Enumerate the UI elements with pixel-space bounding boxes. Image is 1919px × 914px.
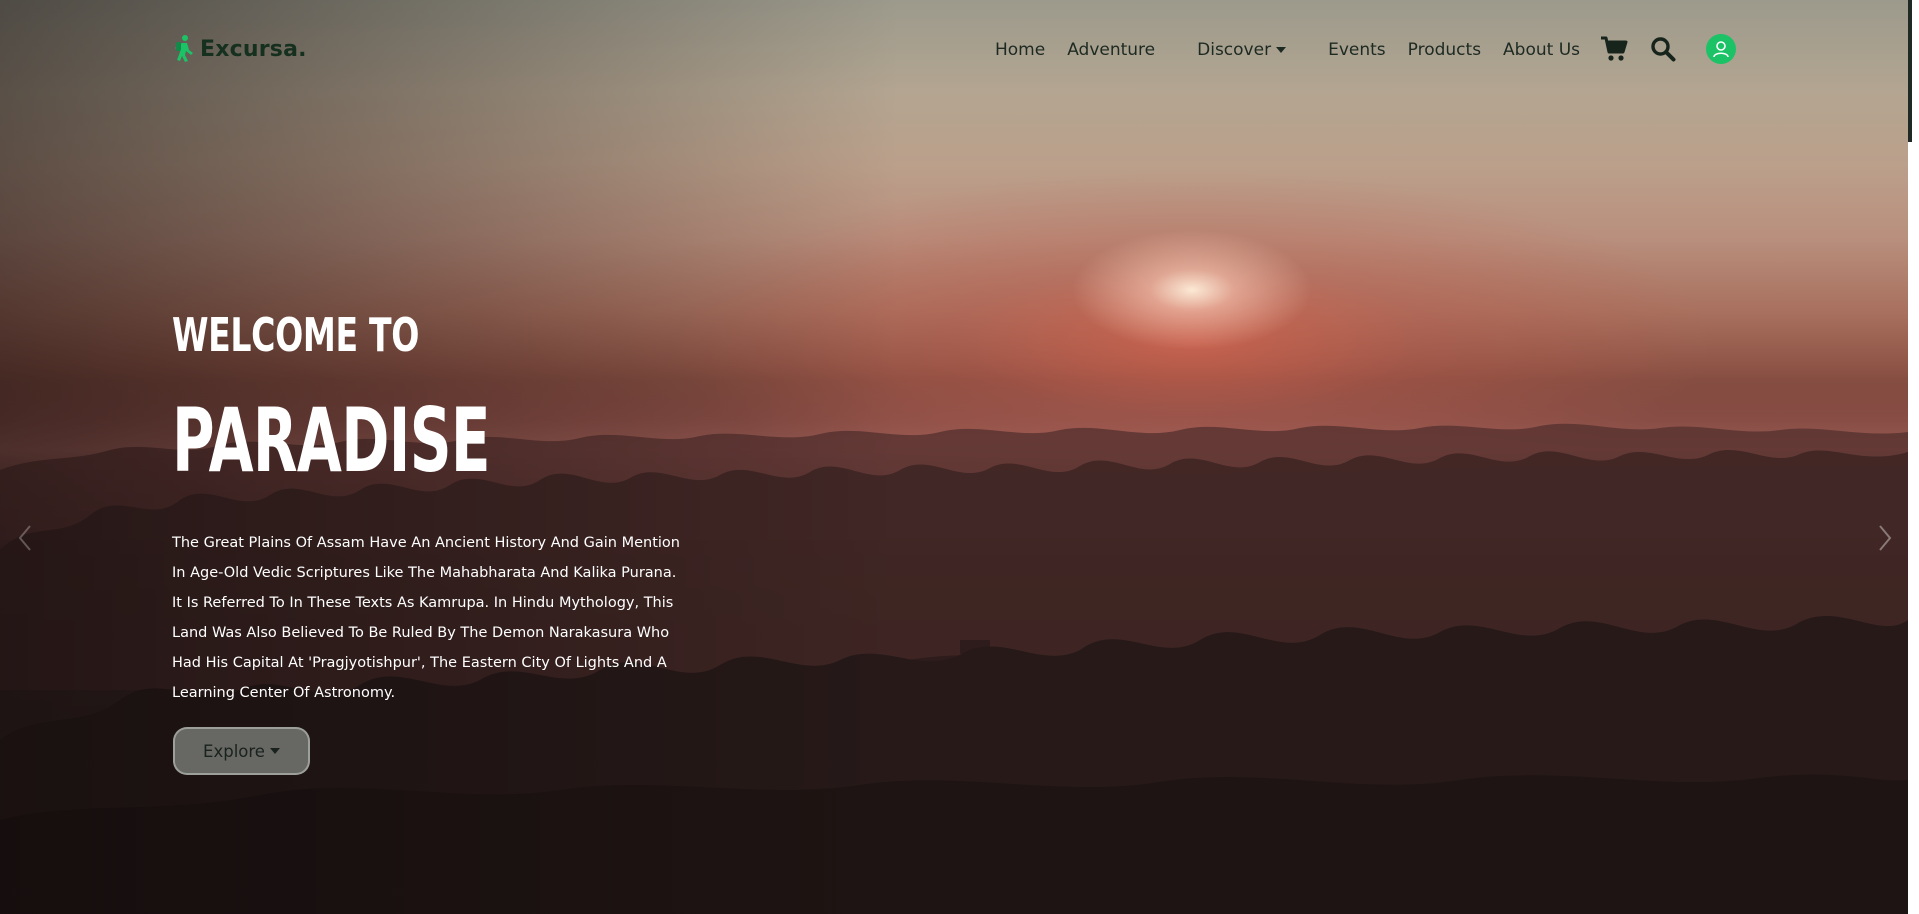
explore-button-label: Explore (203, 741, 265, 761)
top-navbar: Excursa. Home Adventure Discover Events … (0, 0, 1908, 100)
nav-item-events[interactable]: Events (1328, 40, 1386, 60)
brand-name: Excursa. (200, 36, 307, 62)
hero-welcome-heading: WELCOME TO (172, 308, 419, 362)
main-menu: Home Adventure Discover Events Products … (995, 38, 1580, 62)
nav-item-discover[interactable]: Discover (1197, 40, 1287, 60)
nav-item-adventure[interactable]: Adventure (1067, 40, 1155, 60)
brand-logo[interactable]: Excursa. (172, 34, 307, 64)
page-scrollbar[interactable] (1908, 0, 1919, 914)
cart-icon[interactable] (1600, 36, 1628, 66)
nav-item-products[interactable]: Products (1408, 40, 1481, 60)
user-profile-button[interactable] (1706, 34, 1736, 64)
search-icon[interactable] (1650, 36, 1676, 66)
caret-down-icon (269, 748, 280, 754)
nav-item-discover-label: Discover (1197, 40, 1272, 60)
hero-banner: Excursa. Home Adventure Discover Events … (0, 0, 1908, 914)
scrollbar-thumb[interactable] (1908, 0, 1912, 142)
hiker-icon (172, 34, 198, 64)
nav-item-home[interactable]: Home (995, 40, 1045, 60)
explore-button[interactable]: Explore (173, 727, 310, 775)
chevron-left-icon[interactable] (16, 523, 34, 553)
user-profile-icon (1712, 40, 1730, 58)
nav-item-about-us[interactable]: About Us (1503, 40, 1580, 60)
hero-description: The Great Plains Of Assam Have An Ancien… (172, 535, 680, 701)
caret-down-icon (1276, 47, 1287, 53)
temple-silhouette (870, 640, 1080, 760)
chevron-right-icon[interactable] (1876, 523, 1894, 553)
hero-title: PARADISE (172, 389, 491, 492)
